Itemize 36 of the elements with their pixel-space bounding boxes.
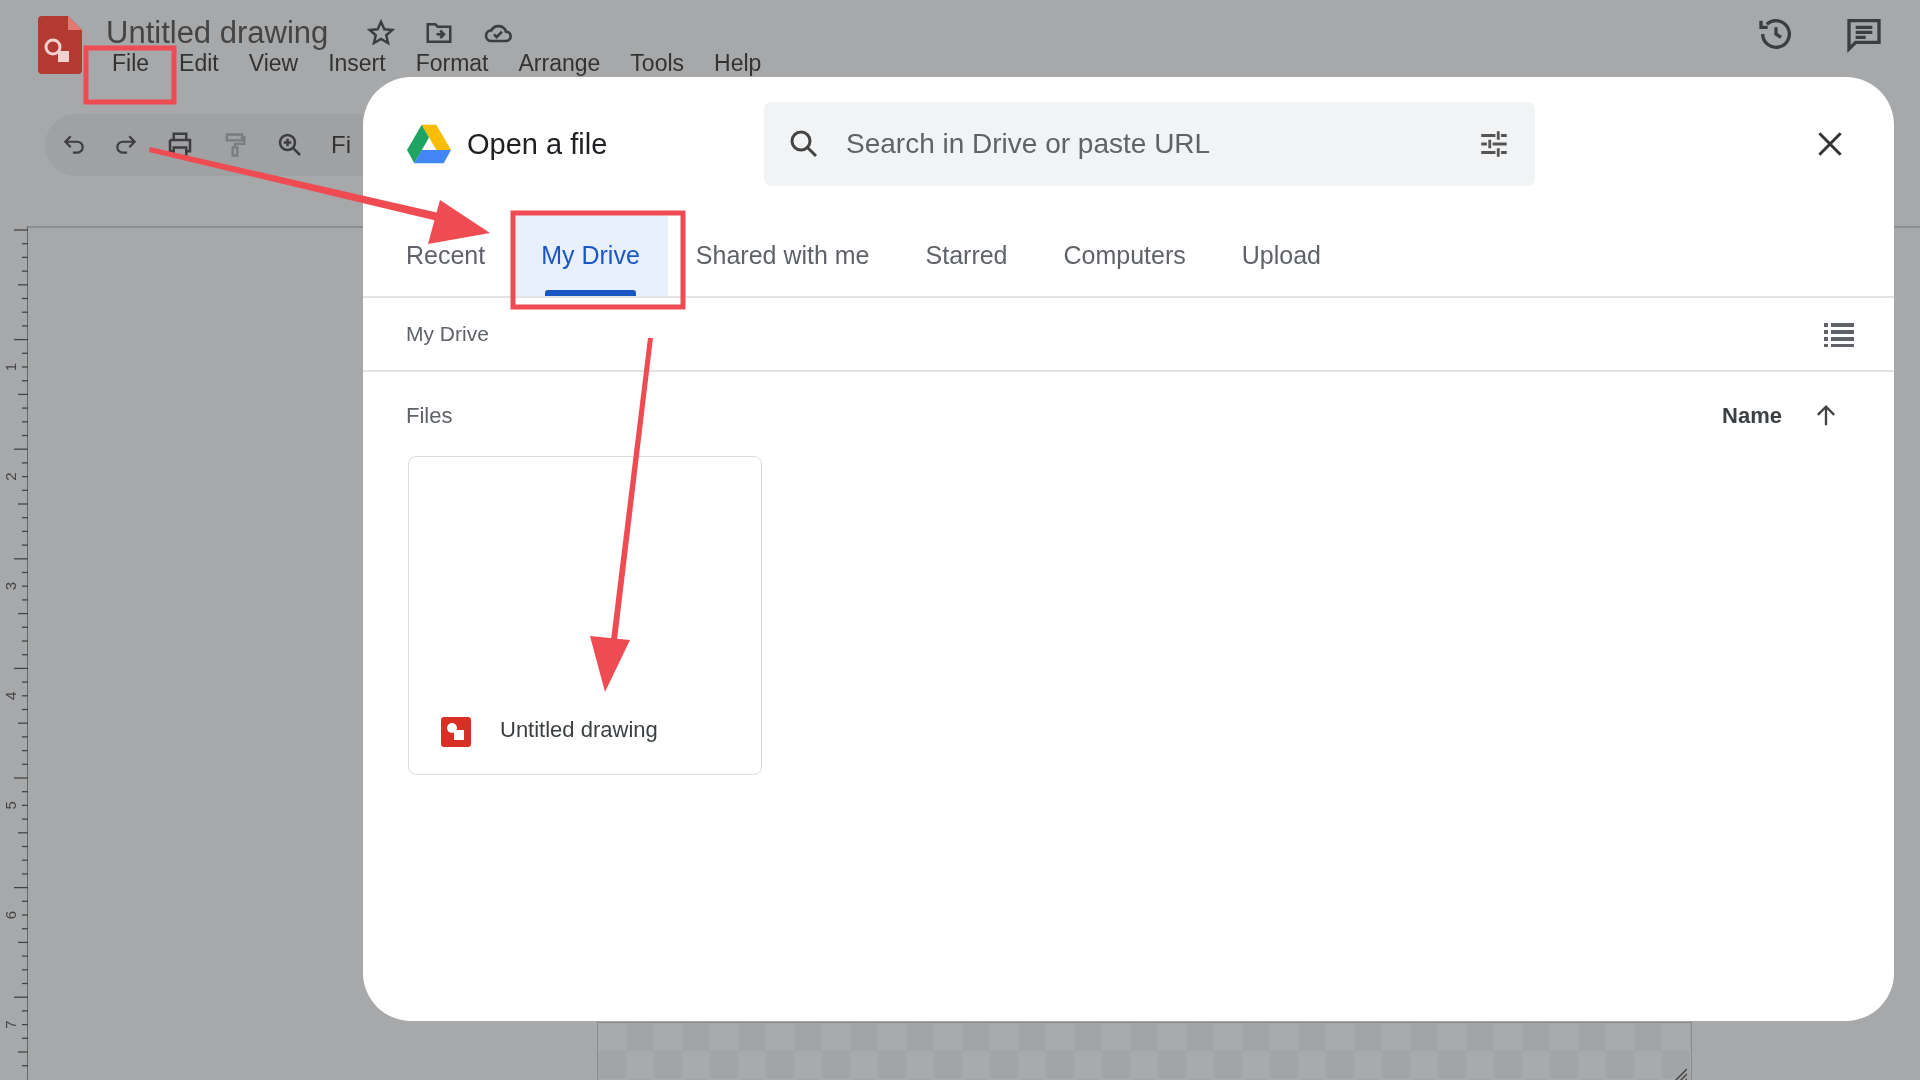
ruler-number: 1 (2, 362, 19, 372)
drawing-file-icon (441, 717, 471, 747)
menu-item[interactable]: Edit (179, 50, 219, 76)
menu-item[interactable]: Tools (630, 50, 685, 76)
zoom-label[interactable]: Fi (331, 131, 351, 159)
breadcrumb[interactable]: My Drive (406, 322, 489, 346)
drive-logo (407, 124, 451, 164)
file-card[interactable]: Untitled drawing (408, 456, 762, 775)
star-icon[interactable] (366, 18, 397, 48)
menu-item[interactable]: Format (415, 50, 489, 76)
sort-button[interactable]: Name (1722, 403, 1782, 429)
ruler-number: 6 (2, 910, 19, 920)
ruler-number: 4 (2, 691, 19, 700)
search-field[interactable]: Search in Drive or paste URL (844, 127, 1477, 161)
drawings-logo[interactable] (38, 16, 82, 74)
section-heading: Files (406, 403, 453, 429)
menu-item[interactable]: Arrange (518, 50, 601, 76)
ruler-number: 7 (2, 1020, 19, 1029)
tab[interactable]: My Drive (513, 215, 668, 296)
ruler-number: 5 (2, 801, 19, 810)
ruler-number: 2 (2, 472, 19, 481)
list-view-icon[interactable] (1824, 321, 1854, 347)
tab[interactable]: Shared with me (667, 215, 898, 296)
tab[interactable]: Upload (1213, 215, 1349, 296)
menu-item[interactable]: File (112, 50, 150, 76)
search-bar[interactable]: Search in Drive or paste URL (764, 102, 1535, 186)
menu-item[interactable]: Help (714, 50, 762, 76)
file-name: Untitled drawing (500, 716, 658, 744)
menu-item[interactable]: Insert (328, 50, 386, 76)
tab[interactable]: Computers (1035, 215, 1214, 296)
ruler-number: 3 (2, 582, 19, 591)
document-title[interactable]: Untitled drawing (106, 15, 329, 51)
dialog-title: Open a file (467, 127, 608, 161)
tab[interactable]: Recent (378, 215, 514, 296)
tab[interactable]: Starred (897, 215, 1036, 296)
menu-item[interactable]: View (248, 50, 299, 76)
